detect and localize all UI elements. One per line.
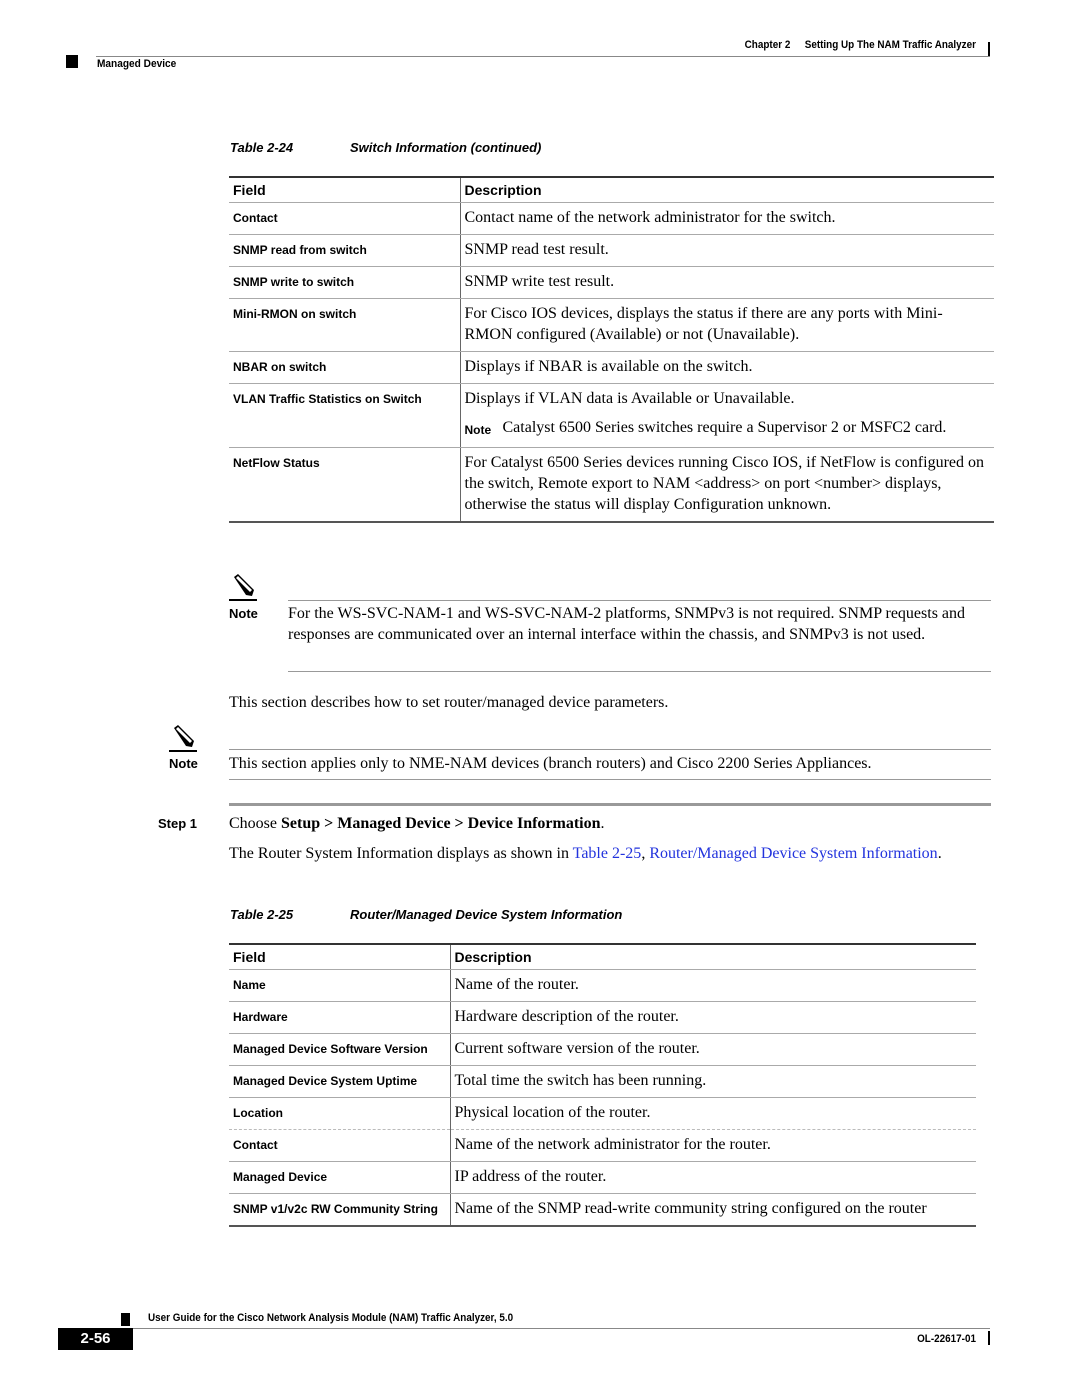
note-2-text: This section applies only to NME-NAM dev… — [229, 755, 872, 772]
table-row: NBAR on switch Displays if NBAR is avail… — [229, 351, 994, 384]
table-25-caption: Table 2-25 Router/Managed Device System I… — [230, 907, 622, 922]
switch-information-table: Field Description Contact Contact name o… — [229, 176, 994, 523]
footer-rule — [130, 1328, 990, 1329]
field-cell: SNMP read from switch — [229, 234, 461, 267]
column-header-field: Field — [229, 943, 451, 970]
column-header-description: Description — [460, 176, 994, 203]
description-cell: Hardware description of the router. — [450, 1001, 976, 1034]
description-cell: Displays if NBAR is available on the swi… — [460, 351, 994, 384]
description-cell: Displays if VLAN data is Available or Un… — [460, 383, 994, 448]
column-header-description: Description — [450, 943, 976, 970]
field-cell: NetFlow Status — [229, 447, 461, 523]
field-cell: NBAR on switch — [229, 351, 461, 384]
table-row: NetFlow Status For Catalyst 6500 Series … — [229, 447, 994, 523]
step-1-result-suffix: . — [937, 845, 942, 862]
field-cell: Hardware — [229, 1001, 451, 1034]
header-square-marker — [66, 55, 78, 68]
field-cell: Managed Device — [229, 1161, 451, 1194]
table-row: SNMP read from switch SNMP read test res… — [229, 234, 994, 267]
description-cell: Name of the network administrator for th… — [450, 1129, 976, 1162]
field-cell: VLAN Traffic Statistics on Switch — [229, 383, 461, 448]
field-cell: Managed Device Software Version — [229, 1033, 451, 1066]
inline-note-text: Catalyst 6500 Series switches require a … — [502, 419, 947, 436]
field-cell: Location — [229, 1097, 451, 1130]
header-bar-marker — [988, 42, 990, 56]
intro-paragraph: This section describes how to set router… — [229, 694, 669, 711]
field-cell: Contact — [229, 1129, 451, 1162]
description-cell: For Catalyst 6500 Series devices running… — [460, 447, 994, 523]
note-1-top-rule — [288, 600, 991, 601]
router-system-information-table: Field Description Name Name of the route… — [229, 943, 976, 1227]
table-25-link[interactable]: Table 2-25 — [573, 845, 642, 862]
table-row: Managed Device Software Version Current … — [229, 1033, 976, 1066]
field-cell: SNMP write to switch — [229, 266, 461, 299]
field-cell: Contact — [229, 202, 461, 235]
running-header-chapter: Chapter 2 Setting Up The NAM Traffic Anal… — [98, 39, 976, 51]
table-row: Name Name of the router. — [229, 969, 976, 1002]
table-row: Contact Name of the network administrato… — [229, 1129, 976, 1162]
table-row: SNMP v1/v2c RW Community String Name of … — [229, 1193, 976, 1227]
page-number: 2-56 — [58, 1328, 133, 1350]
step-1-label: Step 1 — [158, 816, 198, 831]
note-2-label: Note — [169, 756, 198, 771]
table-25-title: Router/Managed Device System Information — [350, 907, 623, 922]
footer-bar-marker — [988, 1331, 990, 1345]
footer-guide-title: User Guide for the Cisco Network Analysi… — [148, 1312, 514, 1324]
description-cell: Name of the SNMP read-write community st… — [450, 1193, 976, 1227]
step-1-suffix: . — [600, 815, 605, 832]
note-1-label: Note — [229, 606, 258, 621]
table-row: Contact Contact name of the network admi… — [229, 202, 994, 235]
table-24-number: Table 2-24 — [230, 140, 294, 155]
inline-note: Note Catalyst 6500 Series switches requi… — [465, 417, 991, 441]
field-cell: SNMP v1/v2c RW Community String — [229, 1193, 451, 1227]
table-25-number: Table 2-25 — [230, 907, 294, 922]
table-25-title-link[interactable]: Router/Managed Device System Information — [649, 845, 937, 862]
table-row: Managed Device IP address of the router. — [229, 1161, 976, 1194]
description-cell: SNMP write test result. — [460, 266, 994, 299]
table-24-caption: Table 2-24 Switch Information (continued) — [230, 140, 541, 155]
note-2-top-rule — [229, 749, 991, 750]
description-cell: For Cisco IOS devices, displays the stat… — [460, 298, 994, 352]
table-row: SNMP write to switch SNMP write test res… — [229, 266, 994, 299]
description-text: Displays if VLAN data is Available or Un… — [464, 390, 795, 407]
field-cell: Name — [229, 969, 451, 1002]
inline-note-label: Note — [464, 423, 492, 437]
note-1-bottom-rule — [288, 671, 991, 672]
column-header-field: Field — [229, 176, 461, 203]
menu-path: Setup > Managed Device > Device Informat… — [281, 815, 601, 832]
note-2-pencil-icon — [168, 724, 198, 759]
header-rule — [96, 56, 990, 57]
note-1-pencil-icon — [228, 573, 258, 608]
field-cell: Managed Device System Uptime — [229, 1065, 451, 1098]
description-cell: Physical location of the router. — [450, 1097, 976, 1130]
table-row: Mini-RMON on switch For Cisco IOS device… — [229, 298, 994, 352]
description-cell: Current software version of the router. — [450, 1033, 976, 1066]
procedure-rule — [229, 803, 991, 806]
chapter-title: Setting Up The NAM Traffic Analyzer — [804, 39, 976, 51]
document-number: OL-22617-01 — [917, 1333, 976, 1345]
table-row: Location Physical location of the router… — [229, 1097, 976, 1130]
description-cell: SNMP read test result. — [460, 234, 994, 267]
description-cell: Total time the switch has been running. — [450, 1065, 976, 1098]
step-1-instruction: Choose Setup > Managed Device > Device I… — [229, 813, 991, 834]
table-row: VLAN Traffic Statistics on Switch Displa… — [229, 383, 994, 448]
chapter-number: Chapter 2 — [744, 39, 791, 51]
table-24-title: Switch Information (continued) — [350, 140, 542, 155]
note-1-text: For the WS-SVC-NAM-1 and WS-SVC-NAM-2 pl… — [288, 605, 966, 643]
description-cell: Contact name of the network administrato… — [460, 202, 994, 235]
step-1-result: The Router System Information displays a… — [229, 843, 969, 864]
field-cell: Mini-RMON on switch — [229, 298, 461, 352]
description-cell: Name of the router. — [450, 969, 976, 1002]
table-row: Hardware Hardware description of the rou… — [229, 1001, 976, 1034]
description-cell: IP address of the router. — [450, 1161, 976, 1194]
step-1-prefix: Choose — [229, 815, 281, 832]
step-1-result-prefix: The Router System Information displays a… — [229, 845, 573, 862]
table-row: Managed Device System Uptime Total time … — [229, 1065, 976, 1098]
note-2-bottom-rule — [229, 779, 991, 780]
running-header-section: Managed Device — [97, 58, 177, 70]
footer-square-marker — [121, 1313, 130, 1326]
